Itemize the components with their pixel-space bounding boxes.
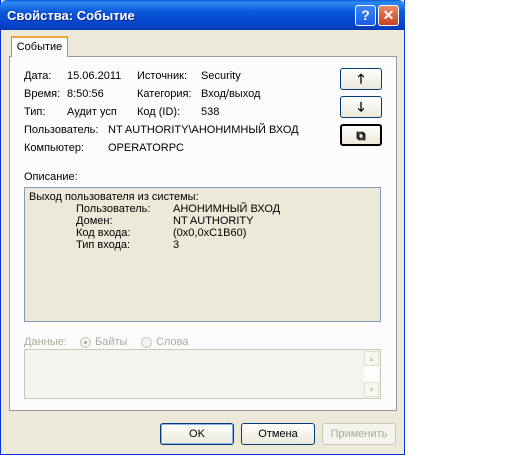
copy-icon: ⧉ bbox=[356, 128, 366, 143]
copy-button[interactable]: ⧉ bbox=[340, 124, 382, 146]
window-title: Свойства: Событие bbox=[7, 8, 135, 23]
title-bar[interactable]: Свойства: Событие ? ✕ bbox=[0, 0, 405, 30]
previous-event-button[interactable]: 🡑 bbox=[340, 68, 382, 90]
bytes-radio-label: Байты bbox=[95, 336, 128, 348]
time-label: Время: bbox=[24, 88, 61, 100]
user-value: NT AUTHORITY\АНОНИМНЫЙ ВХОД bbox=[108, 124, 299, 136]
bytes-radio[interactable] bbox=[80, 337, 91, 348]
description-key: Домен: bbox=[76, 215, 113, 227]
user-label: Пользователь: bbox=[24, 124, 99, 136]
next-event-button[interactable]: 🡓 bbox=[340, 96, 382, 118]
help-button[interactable]: ? bbox=[355, 5, 376, 26]
description-row: Код входа: (0x0,0xC1B60) bbox=[29, 227, 376, 239]
description-heading: Выход пользователя из системы: bbox=[29, 191, 199, 203]
computer-value: OPERATORPC bbox=[108, 142, 184, 154]
source-value: Security bbox=[201, 70, 241, 82]
source-label: Источник: bbox=[137, 70, 188, 82]
category-value: Вход/выход bbox=[201, 88, 261, 100]
category-label: Категория: bbox=[137, 88, 192, 100]
code-value: 538 bbox=[201, 106, 220, 118]
arrow-down-icon: 🡓 bbox=[357, 99, 365, 114]
description-textbox[interactable]: Выход пользователя из системы: Пользоват… bbox=[24, 187, 381, 322]
description-value: NT AUTHORITY bbox=[173, 215, 254, 227]
description-value: (0x0,0xC1B60) bbox=[173, 227, 247, 239]
apply-button[interactable]: Применить bbox=[322, 423, 396, 445]
words-radio-label: Слова bbox=[156, 336, 189, 348]
description-key: Код входа: bbox=[76, 227, 131, 239]
tab-event[interactable]: Событие bbox=[11, 36, 68, 57]
description-row: Пользователь: АНОНИМНЫЙ ВХОД bbox=[29, 203, 376, 215]
close-button[interactable]: ✕ bbox=[378, 5, 399, 26]
type-value: Аудит усп bbox=[67, 106, 117, 118]
arrow-up-icon: 🡑 bbox=[357, 71, 365, 86]
description-value: 3 bbox=[173, 239, 180, 251]
words-radio[interactable] bbox=[141, 337, 152, 348]
description-key: Пользователь: bbox=[76, 203, 151, 215]
data-scrollbar[interactable]: ▲ ▼ bbox=[364, 351, 379, 397]
cancel-button[interactable]: Отмена bbox=[241, 423, 315, 445]
description-key: Тип входа: bbox=[76, 239, 131, 251]
code-label: Код (ID): bbox=[137, 106, 181, 118]
data-label: Данные: bbox=[24, 336, 67, 348]
description-row: Домен: NT AUTHORITY bbox=[29, 215, 376, 227]
computer-label: Компьютер: bbox=[24, 142, 84, 154]
data-textbox[interactable]: ▲ ▼ bbox=[24, 349, 381, 399]
date-label: Дата: bbox=[24, 70, 52, 82]
time-value: 8:50:56 bbox=[67, 88, 104, 100]
type-label: Тип: bbox=[24, 106, 46, 118]
date-value: 15.06.2011 bbox=[67, 70, 122, 82]
description-label: Описание: bbox=[24, 171, 78, 183]
scroll-up-icon[interactable]: ▲ bbox=[364, 351, 379, 366]
scroll-down-icon[interactable]: ▼ bbox=[364, 382, 379, 397]
ok-button[interactable]: OK bbox=[160, 423, 234, 445]
description-row: Тип входа: 3 bbox=[29, 239, 376, 251]
description-value: АНОНИМНЫЙ ВХОД bbox=[173, 203, 281, 215]
event-properties-dialog: Свойства: Событие ? ✕ Событие Дата: 15.0… bbox=[0, 0, 405, 455]
